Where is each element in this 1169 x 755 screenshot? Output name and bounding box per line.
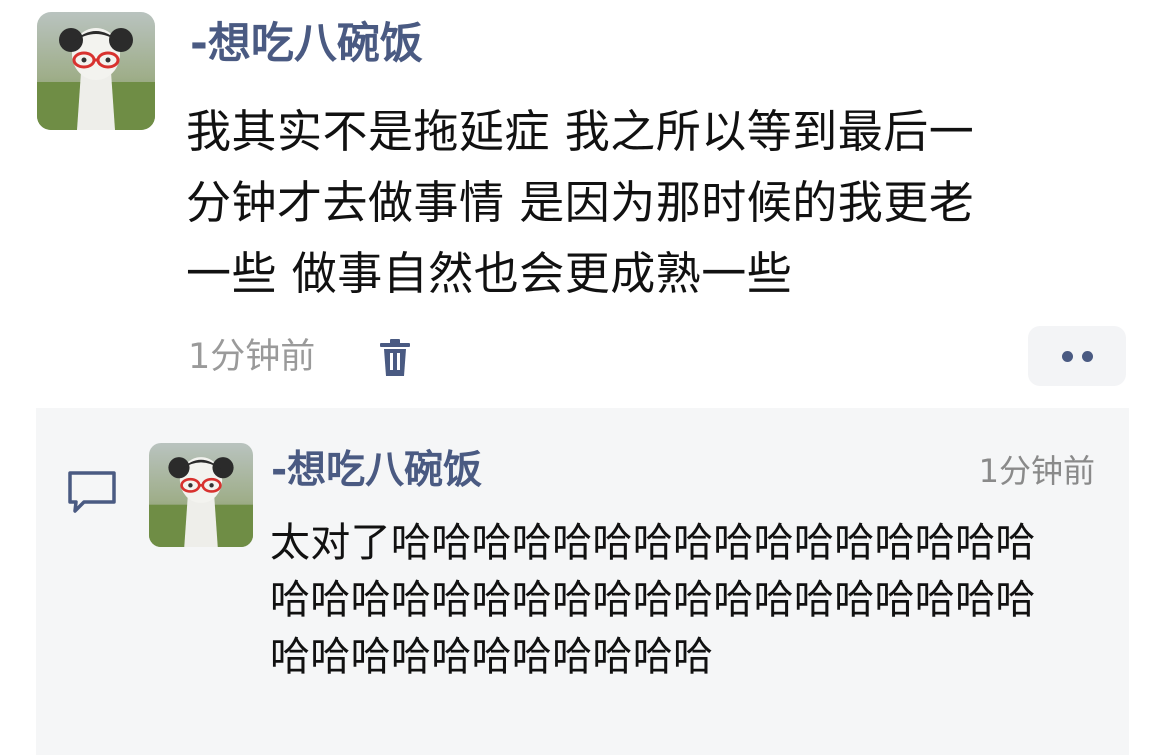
reply-avatar[interactable] (149, 443, 253, 547)
post-content: 我其实不是拖延症 我之所以等到最后一 分钟才去做事情 是因为那时候的我更老 一些… (186, 96, 1126, 309)
trash-icon[interactable] (377, 338, 413, 378)
post-avatar[interactable] (37, 12, 155, 130)
post-timestamp: 1分钟前 (188, 337, 316, 377)
post-username[interactable]: -想吃八碗饭 (190, 14, 423, 74)
comment-screen: -想吃八碗饭 我其实不是拖延症 我之所以等到最后一 分钟才去做事情 是因为那时候… (0, 0, 1169, 755)
avatar-image (149, 443, 253, 547)
comment-bubble-icon[interactable] (66, 470, 118, 514)
post-content-line: 分钟才去做事情 是因为那时候的我更老 (186, 176, 975, 229)
reply-username[interactable]: -想吃八碗饭 (271, 443, 482, 499)
avatar-image (37, 12, 155, 130)
reply-timestamp: 1分钟前 (978, 452, 1095, 490)
post-content-line: 我其实不是拖延症 我之所以等到最后一 (186, 105, 975, 158)
more-options-button[interactable] (1028, 326, 1126, 386)
post-content-line: 一些 做事自然也会更成熟一些 (186, 247, 793, 300)
more-dots-icon (1062, 351, 1073, 362)
reply-content: 太对了哈哈哈哈哈哈哈哈哈哈哈哈哈哈哈哈哈哈哈哈哈哈哈哈哈哈哈哈哈哈哈哈哈哈哈哈哈… (270, 520, 1036, 680)
more-dots-icon (1082, 351, 1093, 362)
